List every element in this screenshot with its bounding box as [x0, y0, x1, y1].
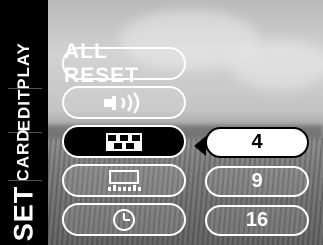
camera-menu-screen: PLAY EDIT CARD SET ALL RESET 4 9 16: [0, 0, 323, 245]
index-option-16[interactable]: 16: [205, 205, 309, 236]
tab-card[interactable]: CARD: [0, 128, 48, 181]
monitor-brightness-button[interactable]: [62, 164, 186, 197]
tab-set[interactable]: SET: [0, 182, 48, 245]
background-cloud: [230, 40, 323, 90]
tab-card-label: CARD: [14, 128, 34, 182]
clock-icon: [109, 208, 139, 232]
all-reset-button[interactable]: ALL RESET: [62, 40, 186, 87]
tab-divider: [8, 180, 42, 181]
tab-play-label: PLAY: [14, 42, 33, 90]
option-label: 4: [251, 131, 263, 153]
beep-sound-icon: [100, 91, 148, 114]
option-label: 9: [251, 170, 263, 192]
clock-setting-button[interactable]: [62, 203, 186, 236]
all-reset-label: ALL RESET: [64, 39, 140, 87]
option-label: 16: [245, 209, 269, 231]
tab-set-label: SET: [8, 185, 39, 242]
tab-play[interactable]: PLAY: [0, 42, 48, 90]
index-layout-icon: [104, 131, 144, 153]
index-display-button[interactable]: [62, 125, 186, 158]
index-option-9[interactable]: 9: [205, 166, 309, 197]
tab-edit[interactable]: EDIT: [0, 88, 48, 132]
index-option-4[interactable]: 4: [205, 127, 309, 158]
tab-edit-label: EDIT: [13, 88, 33, 132]
screen-brightness-icon: [104, 169, 144, 193]
selection-pointer-icon: [194, 136, 206, 156]
mode-tab-strip: PLAY EDIT CARD SET: [0, 0, 48, 245]
beep-setting-button[interactable]: [62, 86, 186, 119]
